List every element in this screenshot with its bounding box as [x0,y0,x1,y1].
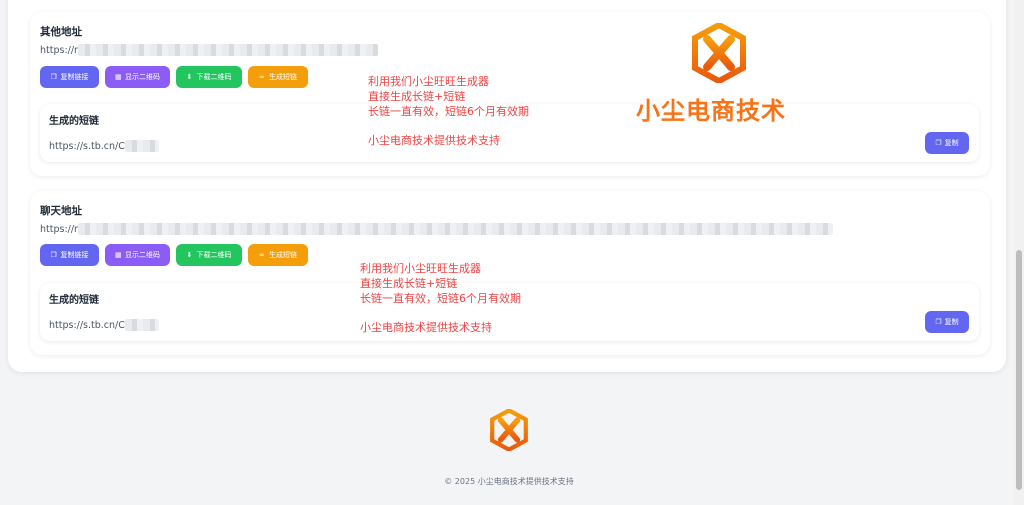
download-qr-button[interactable]: ⬇ 下载二维码 [176,244,242,266]
promo-text-bottom: 利用我们小尘旺旺生成器 直接生成长链+短链 长链一直有效，短链6个月有效期 小尘… [360,262,521,334]
link-icon: ∞ [259,72,265,81]
brand-name: 小尘电商技术 [636,97,786,125]
redacted-url [77,44,378,56]
redacted-short-url [124,140,159,152]
long-url[interactable]: https://r [40,223,833,235]
copy-icon: ❐ [50,72,57,81]
brand-logo-icon [692,23,746,83]
short-link-url[interactable]: https://s.tb.cn/C [49,319,159,331]
copy-icon: ❐ [50,250,57,259]
show-qr-button[interactable]: ▦ 显示二维码 [105,244,170,266]
copy-link-button[interactable]: ❐ 复制链接 [40,66,99,88]
copy-link-button[interactable]: ❐ 复制链接 [40,244,99,266]
scrollbar-thumb[interactable] [1016,250,1022,490]
action-buttons: ❐ 复制链接 ▦ 显示二维码 ⬇ 下载二维码 ∞ 生成短链 [40,66,308,88]
copy-short-link-button[interactable]: ❐ 复制 [925,311,969,333]
redacted-url [77,223,833,235]
copy-icon: ❐ [935,139,942,147]
show-qr-button[interactable]: ▦ 显示二维码 [105,66,170,88]
footer-copyright: © 2025 小尘电商技术提供技术支持 [444,477,574,486]
section-title: 聊天地址 [40,205,82,217]
short-link-title: 生成的短链 [49,116,99,127]
footer-logo-icon [490,409,528,451]
generate-short-link-button[interactable]: ∞ 生成短链 [248,66,308,88]
long-url[interactable]: https://r [40,44,378,56]
short-link-url[interactable]: https://s.tb.cn/C [49,140,159,152]
download-icon: ⬇ [186,72,193,81]
copy-icon: ❐ [935,318,942,326]
grid-icon: ▦ [115,250,122,259]
redacted-short-url [124,319,159,331]
scrollbar[interactable] [1014,0,1024,505]
action-buttons: ❐ 复制链接 ▦ 显示二维码 ⬇ 下载二维码 ∞ 生成短链 [40,244,308,266]
copy-short-link-button[interactable]: ❐ 复制 [925,132,969,154]
promo-text-top: 利用我们小尘旺旺生成器 直接生成长链+短链 长链一直有效，短链6个月有效期 小尘… [368,75,529,147]
download-qr-button[interactable]: ⬇ 下载二维码 [176,66,242,88]
grid-icon: ▦ [115,72,122,81]
short-link-title: 生成的短链 [49,295,99,306]
generate-short-link-button[interactable]: ∞ 生成短链 [248,244,308,266]
download-icon: ⬇ [186,250,193,259]
link-icon: ∞ [259,250,265,259]
section-title: 其他地址 [40,26,82,38]
